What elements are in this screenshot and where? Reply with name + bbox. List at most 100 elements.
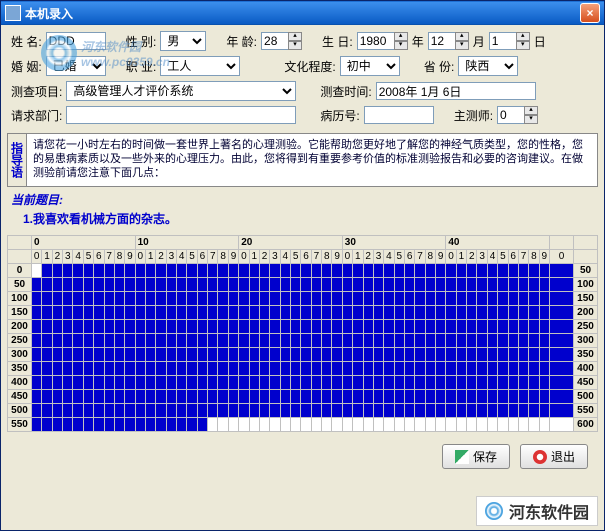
grid-cell[interactable] [145,292,155,306]
grid-cell[interactable] [301,278,311,292]
grid-cell[interactable] [353,404,363,418]
grid-cell[interactable] [467,348,477,362]
grid-cell[interactable] [373,320,383,334]
grid-cell[interactable] [467,278,477,292]
grid-cell[interactable] [373,278,383,292]
grid-cell[interactable] [280,390,290,404]
grid-cell[interactable] [259,264,269,278]
grid-cell[interactable] [529,376,539,390]
grid-cell[interactable] [301,390,311,404]
grid-cell[interactable] [114,264,124,278]
grid-cell[interactable] [197,418,207,432]
grid-cell[interactable] [529,264,539,278]
grid-cell[interactable] [52,390,62,404]
grid-cell[interactable] [208,404,218,418]
grid-cell[interactable] [384,404,394,418]
grid-cell[interactable] [508,278,518,292]
grid-cell[interactable] [135,292,145,306]
grid-cell[interactable] [280,264,290,278]
grid-cell[interactable] [342,404,352,418]
grid-cell[interactable] [156,404,166,418]
grid-cell[interactable] [135,278,145,292]
grid-cell[interactable] [290,278,300,292]
grid-cell[interactable] [42,306,52,320]
grid-cell[interactable] [280,306,290,320]
grid-cell[interactable] [332,278,342,292]
grid-cell[interactable] [477,404,487,418]
time-input[interactable] [376,82,536,100]
grid-cell[interactable] [187,404,197,418]
grid-cell[interactable] [218,362,228,376]
day-input[interactable] [489,32,517,50]
grid-cell[interactable] [518,404,528,418]
grid-cell[interactable] [145,362,155,376]
grid-cell[interactable] [52,348,62,362]
grid-cell[interactable] [280,404,290,418]
grid-cell[interactable] [94,390,104,404]
grid-cell[interactable] [197,376,207,390]
grid-cell[interactable] [218,264,228,278]
grid-cell[interactable] [228,264,238,278]
grid-cell[interactable] [529,362,539,376]
grid-cell[interactable] [425,320,435,334]
grid-cell[interactable] [342,292,352,306]
grid-cell[interactable] [42,362,52,376]
grid-cell[interactable] [125,348,135,362]
grid-cell[interactable] [52,320,62,334]
grid-cell[interactable] [436,320,446,334]
grid-cell[interactable] [42,404,52,418]
grid-cell[interactable] [477,362,487,376]
grid-cell[interactable] [342,320,352,334]
grid-cell[interactable] [415,306,425,320]
grid-cell[interactable] [114,334,124,348]
grid-cell[interactable] [311,320,321,334]
grid-cell[interactable] [394,334,404,348]
grid-cell[interactable] [83,376,93,390]
grid-cell[interactable] [42,390,52,404]
grid-cell[interactable] [456,320,466,334]
grid-cell[interactable] [477,306,487,320]
grid-cell[interactable] [280,278,290,292]
grid-cell[interactable] [145,306,155,320]
grid-cell[interactable] [125,376,135,390]
grid-cell[interactable] [197,306,207,320]
grid-cell[interactable] [404,320,414,334]
grid-cell[interactable] [52,362,62,376]
grid-cell[interactable] [518,306,528,320]
grid-cell[interactable] [301,404,311,418]
tester-input[interactable] [497,106,525,124]
grid-cell[interactable] [322,334,332,348]
answer-grid[interactable]: 0102030400123456789012345678901234567890… [7,235,598,432]
grid-cell[interactable] [125,264,135,278]
grid-cell[interactable] [467,306,477,320]
grid-cell[interactable] [404,264,414,278]
grid-cell[interactable] [539,264,549,278]
grid-cell[interactable] [373,306,383,320]
grid-cell[interactable] [125,418,135,432]
grid-cell[interactable] [228,404,238,418]
grid-cell[interactable] [332,264,342,278]
grid-cell[interactable] [311,264,321,278]
grid-cell[interactable] [94,278,104,292]
grid-cell[interactable] [259,376,269,390]
grid-cell[interactable] [353,390,363,404]
grid-cell[interactable] [425,292,435,306]
grid-cell[interactable] [446,264,456,278]
grid-cell[interactable] [425,264,435,278]
grid-cell[interactable] [187,320,197,334]
grid-cell[interactable] [363,404,373,418]
grid-cell[interactable] [446,292,456,306]
grid-cell[interactable] [342,362,352,376]
grid-cell[interactable] [104,390,114,404]
grid-cell[interactable] [270,306,280,320]
grid-cell[interactable] [228,418,238,432]
grid-cell[interactable] [404,306,414,320]
grid-cell[interactable] [52,292,62,306]
grid-cell[interactable] [270,348,280,362]
exit-button[interactable]: 退出 [520,444,588,469]
grid-cell[interactable] [550,404,574,418]
grid-cell[interactable] [353,418,363,432]
grid-cell[interactable] [467,264,477,278]
grid-cell[interactable] [63,278,73,292]
grid-cell[interactable] [114,418,124,432]
